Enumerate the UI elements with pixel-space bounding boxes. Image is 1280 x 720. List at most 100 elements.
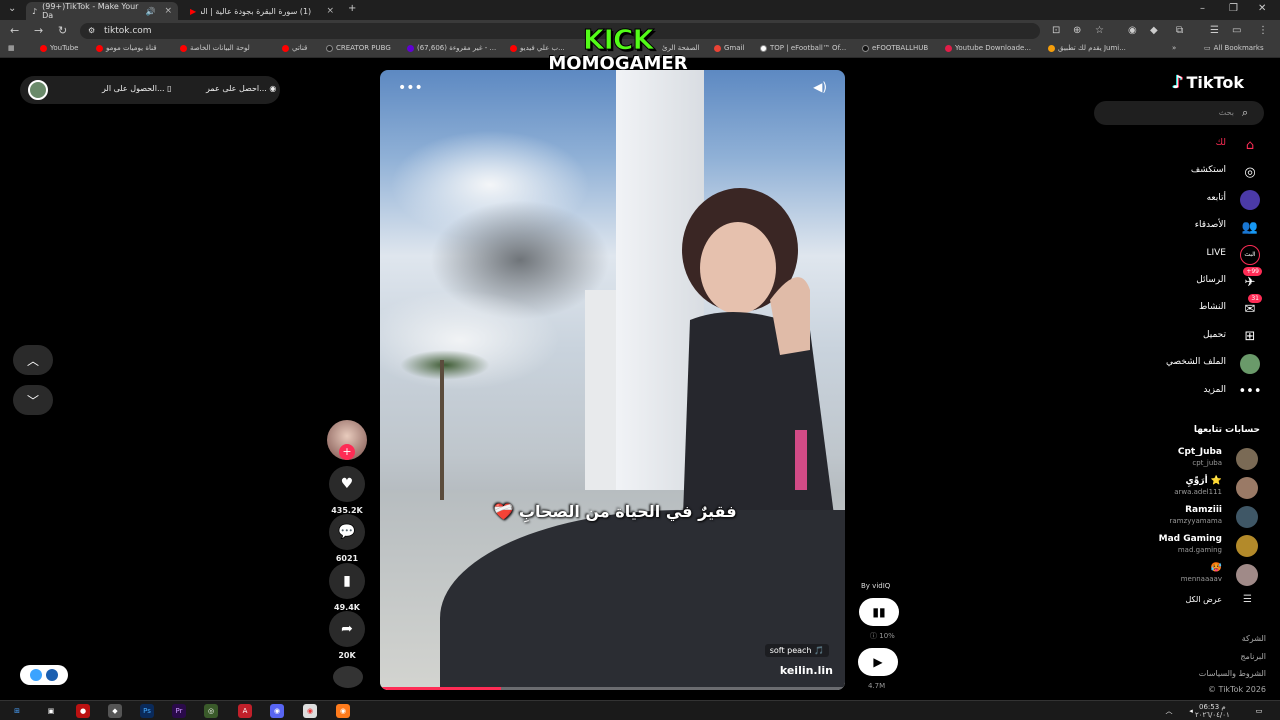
footer-program[interactable]: البرنامج	[1240, 652, 1266, 661]
following-account[interactable]: Mad Gaming mad.gaming	[1100, 533, 1264, 559]
reload-icon[interactable]: ↻	[58, 24, 67, 37]
sidebar-item-live[interactable]: LIVE البث	[1100, 244, 1264, 266]
sidebar-item-home[interactable]: لك ⌂	[1100, 134, 1264, 156]
share-icon[interactable]: ➦	[329, 611, 365, 647]
premiere-icon[interactable]: Pr	[172, 704, 186, 718]
get-app-link[interactable]: احصل على عمر... ◉	[206, 84, 276, 93]
sidebar-item-compass[interactable]: استكشف ◎	[1100, 161, 1264, 183]
tiktok-logo[interactable]: ♪ TikTok	[1172, 72, 1244, 93]
sidebar-item-more[interactable]: المزيد •••	[1100, 381, 1264, 403]
tab-tiktok[interactable]: ♪ (99+)TikTok - Make Your Da 🔊 ×	[26, 2, 178, 20]
bookmark-item[interactable]: Gmail	[714, 44, 744, 52]
photoshop-icon[interactable]: Ps	[140, 704, 154, 718]
like-action[interactable]: ♥ 435.2K	[328, 466, 366, 515]
bookmark-item[interactable]: يقدم لك تطبيق Jumi...	[1048, 44, 1126, 52]
follow-plus-icon[interactable]: +	[339, 444, 355, 460]
footer-terms[interactable]: الشروط والسياسات	[1199, 669, 1266, 678]
media-icon[interactable]: ☰	[1210, 25, 1219, 36]
bookmark-icon[interactable]: ▮	[329, 563, 365, 599]
vidiq-stats-button[interactable]: ▮▮	[859, 598, 899, 626]
following-account[interactable]: 🥵 mennaaaav	[1100, 562, 1264, 588]
video-progress-bar[interactable]	[380, 687, 845, 690]
bookmark-item[interactable]: لوحة البيانات الخاصة	[180, 44, 250, 52]
bookmark-item[interactable]: قناة يوميات مومو	[96, 44, 157, 52]
bookmark-item[interactable]: (67,606) غير مقروءة - ...	[407, 44, 496, 52]
clock[interactable]: 06:53 م ٢٠٢٦/٠٤/٠١	[1195, 703, 1230, 719]
sidebar-toggle-icon[interactable]: ▭	[1232, 25, 1241, 36]
tab-search-icon[interactable]: ⌄	[8, 3, 16, 14]
sidebar-item-messages[interactable]: الرسائل ✈ +99	[1100, 267, 1264, 293]
tray-chevron-icon[interactable]: ︿	[1162, 704, 1176, 718]
forward-icon[interactable]: →	[34, 24, 43, 37]
all-bookmarks[interactable]: ▭ All Bookmarks	[1204, 44, 1264, 52]
bookmark-item[interactable]: TOP | eFootball™ Of...	[760, 44, 846, 52]
notification-icon[interactable]: ▭	[1252, 704, 1266, 718]
share-action[interactable]: ➦ 20K	[328, 611, 366, 660]
video-player[interactable]: ••• ◀) فقيرٌ في الحياة من الصحابِ ❤️‍🩹 s…	[380, 70, 845, 690]
compass-icon: ◎	[1244, 164, 1256, 180]
play-button[interactable]: ▶	[858, 648, 898, 676]
windows-start-icon[interactable]: ⊞	[10, 704, 24, 718]
discord-icon[interactable]: ◉	[270, 704, 284, 718]
tab-audio-icon[interactable]: 🔊	[145, 7, 155, 16]
next-video-button[interactable]: ﹀	[13, 385, 53, 415]
new-tab-button[interactable]: +	[348, 3, 356, 14]
task-view-icon[interactable]: ▣	[44, 704, 58, 718]
sidebar-item-following-avatar[interactable]: أتابعه ●	[1100, 189, 1264, 211]
video-more-icon[interactable]: •••	[398, 80, 423, 96]
extensions-icon[interactable]: ⧉	[1176, 25, 1183, 36]
tab-youtube[interactable]: ▶ (1) سورة البقرة بجودة عالية | الش ×	[184, 2, 340, 20]
bookmarks-overflow-icon[interactable]: »	[1172, 44, 1176, 52]
floating-widget[interactable]	[20, 665, 68, 685]
previous-video-button[interactable]: ︿	[13, 345, 53, 375]
bookmark-item[interactable]: YouTube	[40, 44, 78, 52]
extension-color-icon[interactable]: ◆	[1150, 25, 1158, 36]
youtube-icon	[40, 44, 47, 52]
volume-icon[interactable]: ◀)	[813, 80, 827, 94]
bookmark-item[interactable]: قناتي	[282, 44, 307, 52]
comment-icon[interactable]: 💬	[329, 514, 365, 550]
chrome-icon[interactable]: ◉	[303, 704, 317, 718]
sidebar-item-friends[interactable]: الأصدقاء 👥	[1100, 216, 1264, 238]
game-icon[interactable]: ◎	[204, 704, 218, 718]
camera-icon[interactable]: ◉	[1128, 25, 1137, 36]
back-icon[interactable]: ←	[10, 24, 19, 37]
zoom-icon[interactable]: ⊕	[1073, 25, 1081, 36]
music-tag[interactable]: soft peach 🎵	[764, 644, 829, 657]
video-author[interactable]: keilin.lin	[780, 664, 833, 677]
save-action[interactable]: ▮ 49.4K	[328, 563, 366, 612]
footer-company[interactable]: الشركة	[1242, 634, 1266, 643]
search-icon[interactable]: ⌕	[1242, 106, 1248, 120]
user-avatar[interactable]	[28, 80, 48, 100]
bookmark-item[interactable]: Youtube Downloade...	[945, 44, 1031, 52]
star-icon[interactable]: ☆	[1095, 25, 1104, 36]
show-all-button[interactable]: عرض الكل ☰	[1100, 594, 1264, 610]
get-coins-link[interactable]: الحصول على الر... ▯	[102, 84, 172, 93]
firefox-icon[interactable]: ◉	[336, 704, 350, 718]
site-info-icon[interactable]: ⚙	[88, 23, 95, 39]
app-icon[interactable]: ◆	[108, 704, 122, 718]
following-account[interactable]: Cpt_Juba cpt_juba	[1100, 446, 1264, 472]
close-window-icon[interactable]: ✕	[1258, 3, 1266, 14]
comment-action[interactable]: 💬 6021	[328, 514, 366, 563]
music-disc-icon[interactable]	[333, 666, 363, 688]
apps-icon[interactable]: ▦	[8, 44, 15, 52]
sidebar-item-activity[interactable]: النشاط ✉ 31	[1100, 294, 1264, 320]
install-icon[interactable]: ⊡	[1052, 25, 1060, 36]
close-tab-icon[interactable]: ×	[164, 6, 172, 16]
bookmark-item[interactable]: CREATOR PUBG	[326, 44, 391, 52]
search-input[interactable]: بحث	[1094, 101, 1264, 125]
following-account[interactable]: Ramziii ramzyyamama	[1100, 504, 1264, 530]
following-account[interactable]: أرَوِّيِ ⭐ arwa.adel111	[1100, 475, 1264, 501]
close-tab-icon[interactable]: ×	[326, 6, 334, 16]
menu-icon[interactable]: ⋮	[1258, 25, 1268, 36]
minimize-icon[interactable]: –	[1200, 3, 1205, 14]
sidebar-item-upload[interactable]: تحميل ⊞	[1100, 326, 1264, 348]
maximize-icon[interactable]: ❐	[1229, 3, 1238, 14]
adobe-icon[interactable]: A	[238, 704, 252, 718]
heart-icon[interactable]: ♥	[329, 466, 365, 502]
profile-avatar-icon: ●	[1240, 354, 1260, 375]
sidebar-item-profile-avatar[interactable]: الملف الشخصي ●	[1100, 353, 1264, 375]
bookmark-item[interactable]: eFOOTBALLHUB	[862, 44, 928, 52]
obs-icon[interactable]: ●	[76, 704, 90, 718]
